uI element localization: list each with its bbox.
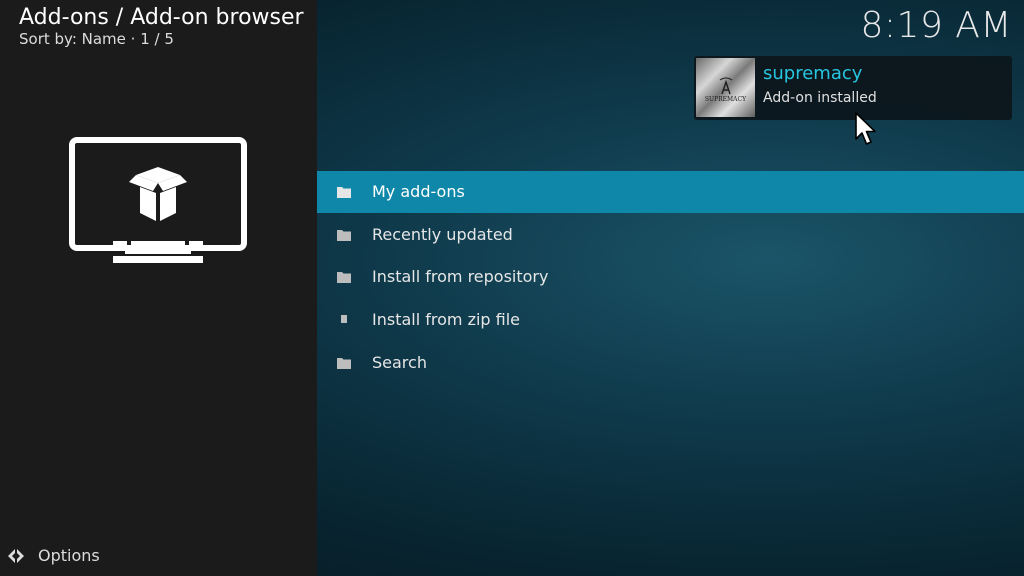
menu-item-install-from-zip[interactable]: Install from zip file <box>317 299 1024 341</box>
clock: 8:19 AM <box>860 5 1012 46</box>
menu-item-label: My add-ons <box>372 182 465 201</box>
menu-item-label: Install from repository <box>372 267 549 287</box>
addon-browser-screen: Add-ons / Add-on browser Sort by: Name ·… <box>0 0 1024 576</box>
addon-box-monitor-icon <box>69 137 247 263</box>
folder-icon <box>337 272 351 284</box>
sort-info[interactable]: Sort by: Name · 1 / 5 <box>19 30 174 48</box>
mouse-cursor-icon <box>855 112 876 145</box>
addon-logo-icon <box>719 77 733 95</box>
folder-icon <box>337 187 351 198</box>
menu-item-install-from-repository[interactable]: Install from repository <box>317 256 1024 298</box>
left-info-panel: Add-ons / Add-on browser Sort by: Name ·… <box>0 0 317 576</box>
menu-item-label: Install from zip file <box>372 310 521 330</box>
options-arrows-icon <box>8 549 24 563</box>
notification-title: supremacy <box>763 63 863 84</box>
options-label: Options <box>38 546 100 565</box>
folder-icon <box>337 357 351 369</box>
folder-icon <box>337 229 351 241</box>
addon-thumbnail-text: SUPREMACY <box>704 96 747 103</box>
options-button[interactable]: Options <box>6 544 100 568</box>
file-icon <box>341 315 347 324</box>
addon-thumbnail: SUPREMACY <box>696 58 755 117</box>
menu-item-my-addons[interactable]: My add-ons <box>317 171 1024 213</box>
addon-menu-list: My add-ons Recently updated Install from… <box>317 171 1024 384</box>
notification-message: Add-on installed <box>763 90 877 106</box>
menu-item-recently-updated[interactable]: Recently updated <box>317 214 1024 256</box>
page-title: Add-ons / Add-on browser <box>19 5 304 30</box>
menu-item-label: Recently updated <box>372 224 513 244</box>
menu-item-search[interactable]: Search <box>317 342 1024 384</box>
menu-item-label: Search <box>372 352 427 372</box>
addon-installed-notification: SUPREMACY supremacy Add-on installed <box>694 56 1012 120</box>
